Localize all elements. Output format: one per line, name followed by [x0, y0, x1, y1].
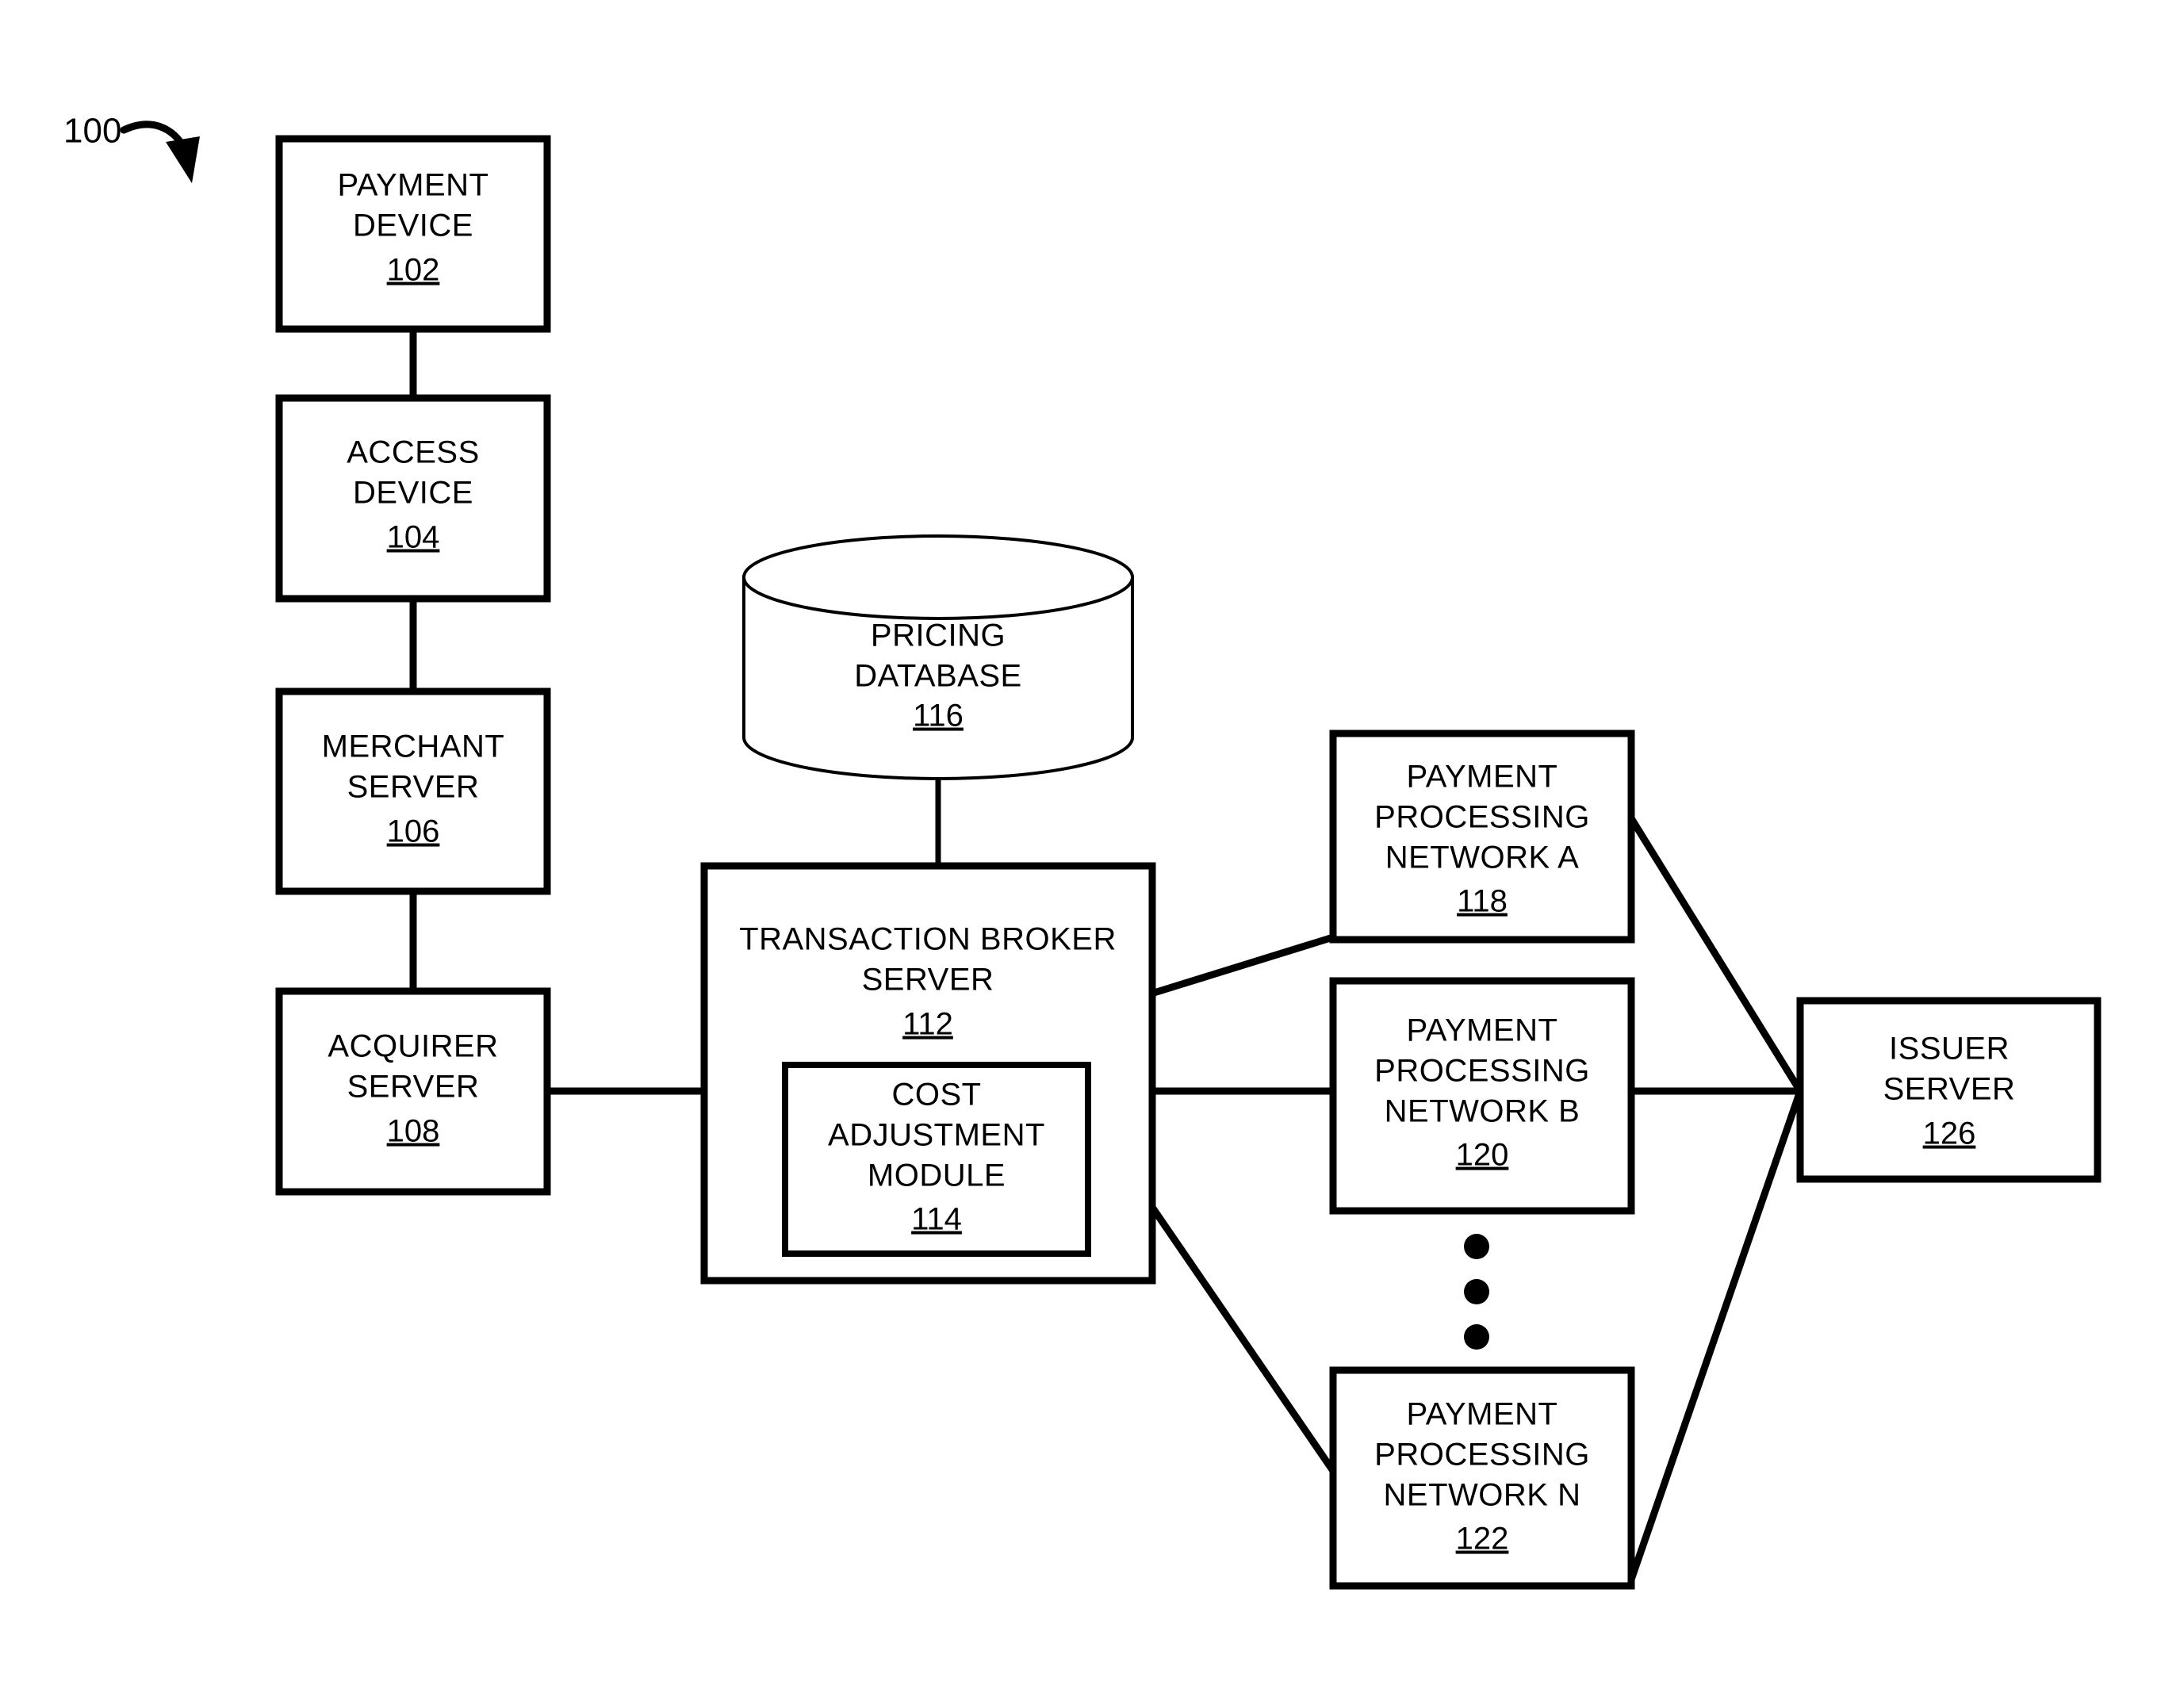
payment-device-label-line1: PAYMENT — [338, 168, 489, 203]
payment-processing-network-b-label-line2: PROCESSING — [1374, 1054, 1590, 1089]
node-payment-processing-network-b[interactable]: PAYMENT PROCESSING NETWORK B 120 — [1329, 977, 1635, 1215]
acquirer-server-label-line1: ACQUIRER — [328, 1029, 498, 1064]
node-access-device[interactable]: ACCESS DEVICE 104 — [275, 394, 551, 603]
access-device-label-line2: DEVICE — [353, 476, 473, 511]
transaction-broker-server-label-line1: TRANSACTION BROKER — [739, 922, 1117, 957]
node-merchant-server[interactable]: MERCHANT SERVER 106 — [275, 687, 551, 895]
node-issuer-server[interactable]: ISSUER SERVER 126 — [1796, 997, 2101, 1183]
node-payment-processing-network-a[interactable]: PAYMENT PROCESSING NETWORK A 118 — [1329, 730, 1635, 944]
ellipsis-dot-2 — [1464, 1279, 1489, 1304]
issuer-server-ref: 126 — [1923, 1116, 1976, 1151]
curved-arrow-icon-head — [166, 136, 200, 183]
pricing-database-label-line1: PRICING — [871, 618, 1006, 653]
ellipsis-dot-1 — [1464, 1234, 1489, 1259]
payment-processing-network-n-label-line3: NETWORK N — [1384, 1478, 1581, 1513]
payment-processing-network-a-label-line2: PROCESSING — [1374, 800, 1590, 835]
access-device-label-line1: ACCESS — [347, 435, 480, 470]
system-block-diagram: PAYMENT DEVICE 102 ACCESS DEVICE 104 MER… — [63, 112, 2101, 1590]
vertical-ellipsis — [1464, 1234, 1489, 1350]
merchant-server-label-line2: SERVER — [347, 770, 480, 805]
patent-figure-canvas: PAYMENT DEVICE 102 ACCESS DEVICE 104 MER… — [0, 0, 2157, 1708]
payment-processing-network-n-label-line1: PAYMENT — [1407, 1397, 1558, 1432]
transaction-broker-server-ref: 112 — [902, 1007, 953, 1042]
node-cost-adjustment-module[interactable]: COST ADJUSTMENT MODULE 114 — [782, 1062, 1091, 1257]
pricing-database-label-line2: DATABASE — [854, 659, 1021, 694]
acquirer-server-ref: 108 — [387, 1114, 440, 1149]
cost-adjustment-module-label-line1: COST — [891, 1078, 981, 1112]
node-payment-processing-network-n[interactable]: PAYMENT PROCESSING NETWORK N 122 — [1329, 1366, 1635, 1590]
payment-processing-network-b-ref: 120 — [1456, 1138, 1509, 1173]
pricing-database-ref: 116 — [913, 699, 964, 733]
connector-network-a-to-issuer-server — [1628, 816, 1803, 1093]
cost-adjustment-module-ref: 114 — [911, 1202, 962, 1237]
access-device-ref: 104 — [387, 520, 440, 555]
payment-processing-network-n-ref: 122 — [1456, 1522, 1509, 1557]
payment-device-ref: 102 — [387, 253, 440, 288]
payment-processing-network-b-label-line1: PAYMENT — [1407, 1013, 1558, 1048]
node-payment-device[interactable]: PAYMENT DEVICE 102 — [275, 135, 551, 333]
payment-processing-network-a-ref: 118 — [1457, 884, 1508, 919]
connector-broker-server-to-network-a — [1150, 933, 1335, 998]
node-pricing-database[interactable]: PRICING DATABASE 116 — [742, 534, 1134, 780]
payment-processing-network-a-label-line1: PAYMENT — [1407, 760, 1558, 795]
node-transaction-broker-server[interactable]: TRANSACTION BROKER SERVER 112 COST ADJUS… — [700, 862, 1156, 1285]
payment-processing-network-b-label-line3: NETWORK B — [1385, 1094, 1580, 1129]
merchant-server-label-line1: MERCHANT — [322, 730, 505, 764]
connector-network-n-to-issuer-server — [1627, 1090, 1804, 1581]
ellipsis-dot-3 — [1464, 1324, 1489, 1350]
pricing-database-cylinder-top — [742, 534, 1134, 620]
merchant-server-ref: 106 — [387, 814, 440, 849]
figure-number-callout: 100 — [63, 112, 200, 183]
transaction-broker-server-label-line2: SERVER — [862, 963, 994, 998]
payment-processing-network-a-label-line3: NETWORK A — [1385, 841, 1580, 875]
payment-processing-network-n-label-line2: PROCESSING — [1374, 1438, 1590, 1472]
connector-broker-server-to-network-n — [1148, 1204, 1336, 1473]
acquirer-server-label-line2: SERVER — [347, 1070, 480, 1105]
cost-adjustment-module-label-line3: MODULE — [868, 1158, 1006, 1193]
issuer-server-label-line1: ISSUER — [1889, 1032, 2009, 1067]
payment-device-label-line2: DEVICE — [353, 209, 473, 243]
issuer-server-label-line2: SERVER — [1883, 1072, 2016, 1107]
node-acquirer-server[interactable]: ACQUIRER SERVER 108 — [275, 987, 551, 1196]
figure-number-label: 100 — [63, 112, 121, 151]
cost-adjustment-module-label-line2: ADJUSTMENT — [828, 1118, 1045, 1153]
